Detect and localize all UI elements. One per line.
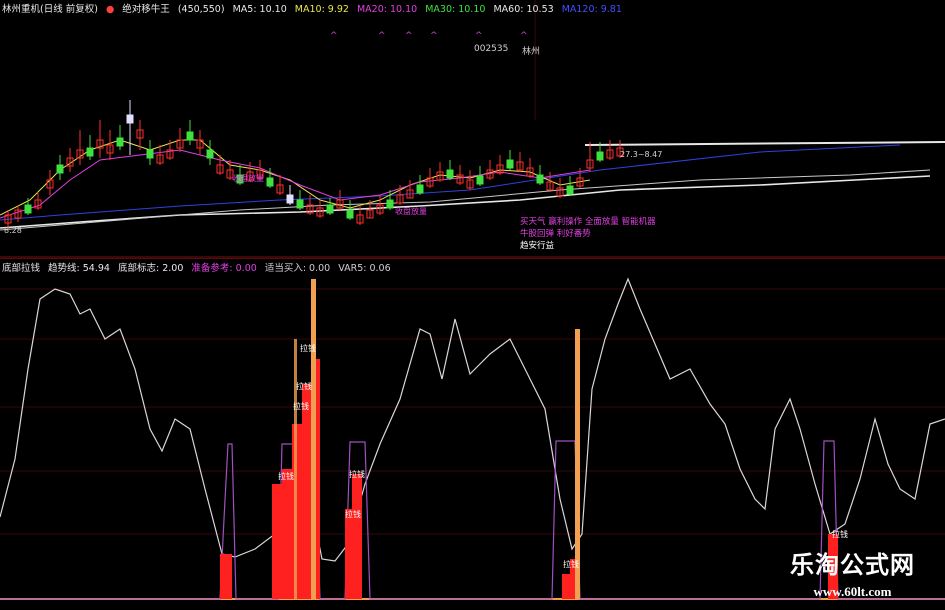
signal-bar: [272, 484, 282, 599]
orange-spike-bar: [575, 329, 580, 599]
indicator-params: (450,550): [177, 4, 225, 15]
candle-body: [266, 177, 274, 187]
ma-blue-line: [0, 144, 901, 221]
indicator-name: 绝对移牛王: [122, 4, 170, 15]
ma10-line: [0, 149, 591, 219]
candle-body: [596, 151, 604, 161]
candle-body: [416, 184, 424, 194]
low-price-label: 8.28: [4, 226, 22, 235]
buy-value: 适当买入: 0.00: [264, 263, 331, 274]
signal-tag-1: 买天气 赢利操作 全面放量 智能机器: [520, 217, 656, 227]
marker-icon: ^: [330, 31, 338, 41]
bottom-flag-value: 底部标志: 2.00: [118, 263, 184, 274]
signal-label: 拉钱: [832, 529, 848, 539]
ma120-value: MA120: 9.81: [561, 4, 622, 15]
ready-ref-value: 准备参考: 0.00: [191, 263, 257, 274]
candle-body: [206, 149, 214, 159]
resistance-line: [584, 141, 945, 146]
candle-body: [126, 114, 134, 124]
candle-body: [286, 194, 294, 204]
candle-body: [536, 174, 544, 184]
pin-icon: ●: [105, 4, 115, 15]
ma10-value: MA10: 9.92: [294, 4, 349, 15]
signal-label: 拉钱: [300, 343, 316, 353]
candle-body: [446, 169, 454, 179]
signal-bar: [220, 554, 232, 599]
signal-label: 拉钱: [563, 559, 579, 569]
ma60-value: MA60: 10.53: [493, 4, 554, 15]
signal-bar: [302, 384, 312, 599]
signal-tag-3: 趋安行益: [520, 241, 555, 251]
candle-body: [326, 204, 334, 214]
candle-body: [386, 199, 394, 209]
candle-body: [296, 199, 304, 209]
price-chart-panel[interactable]: ^ ^ ^ ^ ^ ^ 林州重机(日线 前复权) ● 绝对移牛王 (450,550) MA…: [0, 0, 945, 258]
candle-body: [24, 204, 32, 214]
candle-body: [506, 159, 514, 169]
ma-mid-line: [0, 169, 931, 231]
ma5-value: MA5: 10.10: [232, 4, 287, 15]
signal-label: 拉钱: [349, 469, 365, 479]
signal-label: 拉钱: [293, 401, 309, 411]
volume-tag-1: 收盘放量: [232, 174, 264, 183]
signal-bar: [282, 469, 292, 599]
trend-line: [0, 277, 945, 562]
ma20-value: MA20: 10.10: [356, 4, 418, 15]
candle-body: [186, 131, 194, 141]
signal-tag-2: 牛股回弹 利好番势: [520, 229, 591, 239]
watermark-title: 乐淘公式网: [790, 550, 915, 579]
signal-bar: [352, 474, 362, 599]
indicator-legend: 底部拉钱 趋势线: 54.94 底部标志: 2.00 准备参考: 0.00 适当…: [2, 262, 396, 276]
ma30-value: MA30: 10.10: [425, 4, 486, 15]
stock-short-name: 林州: [522, 47, 541, 57]
marker-icon: ^: [430, 31, 438, 41]
price-chart: ^ ^ ^ ^ ^ ^: [0, 0, 945, 258]
watermark: 乐淘公式网 www.60lt.com: [790, 545, 915, 600]
candle-body: [116, 137, 124, 147]
watermark-url: www.60lt.com: [813, 584, 892, 599]
signal-label: 拉钱: [345, 509, 361, 519]
high-price-label: 27.3~8.47: [620, 150, 663, 159]
marker-icon: ^: [475, 31, 483, 41]
stock-name: 林州重机(日线 前复权): [2, 4, 98, 15]
var5-value: VAR5: 0.06: [338, 263, 391, 274]
marker-icon: ^: [378, 31, 386, 41]
signal-label: 拉钱: [278, 471, 294, 481]
candle-body: [566, 185, 574, 195]
stock-code: 002535: [474, 44, 509, 54]
price-legend: 林州重机(日线 前复权) ● 绝对移牛王 (450,550) MA5: 10.1…: [2, 3, 627, 17]
candle-body: [476, 175, 484, 185]
indicator-panel[interactable]: 拉钱 拉钱 拉钱 拉钱 拉钱 拉钱 拉钱 拉钱 底部拉钱 趋势线: 54.94 底部标志: 2…: [0, 258, 945, 610]
orange-spike-bar: [294, 339, 297, 599]
candle-body: [56, 164, 64, 174]
orange-spike-bar: [311, 279, 316, 599]
volume-tag-2: 收盘放量: [395, 207, 427, 216]
marker-icon: ^: [405, 31, 413, 41]
marker-icon: ^: [520, 31, 528, 41]
indicator-title: 底部拉钱: [2, 263, 41, 274]
signal-label: 拉钱: [296, 381, 312, 391]
trend-line-value: 趋势线: 54.94: [48, 263, 110, 274]
candle-body: [86, 147, 94, 157]
ma-long-line: [0, 175, 931, 229]
candle-body: [346, 209, 354, 219]
candle-body: [146, 149, 154, 159]
